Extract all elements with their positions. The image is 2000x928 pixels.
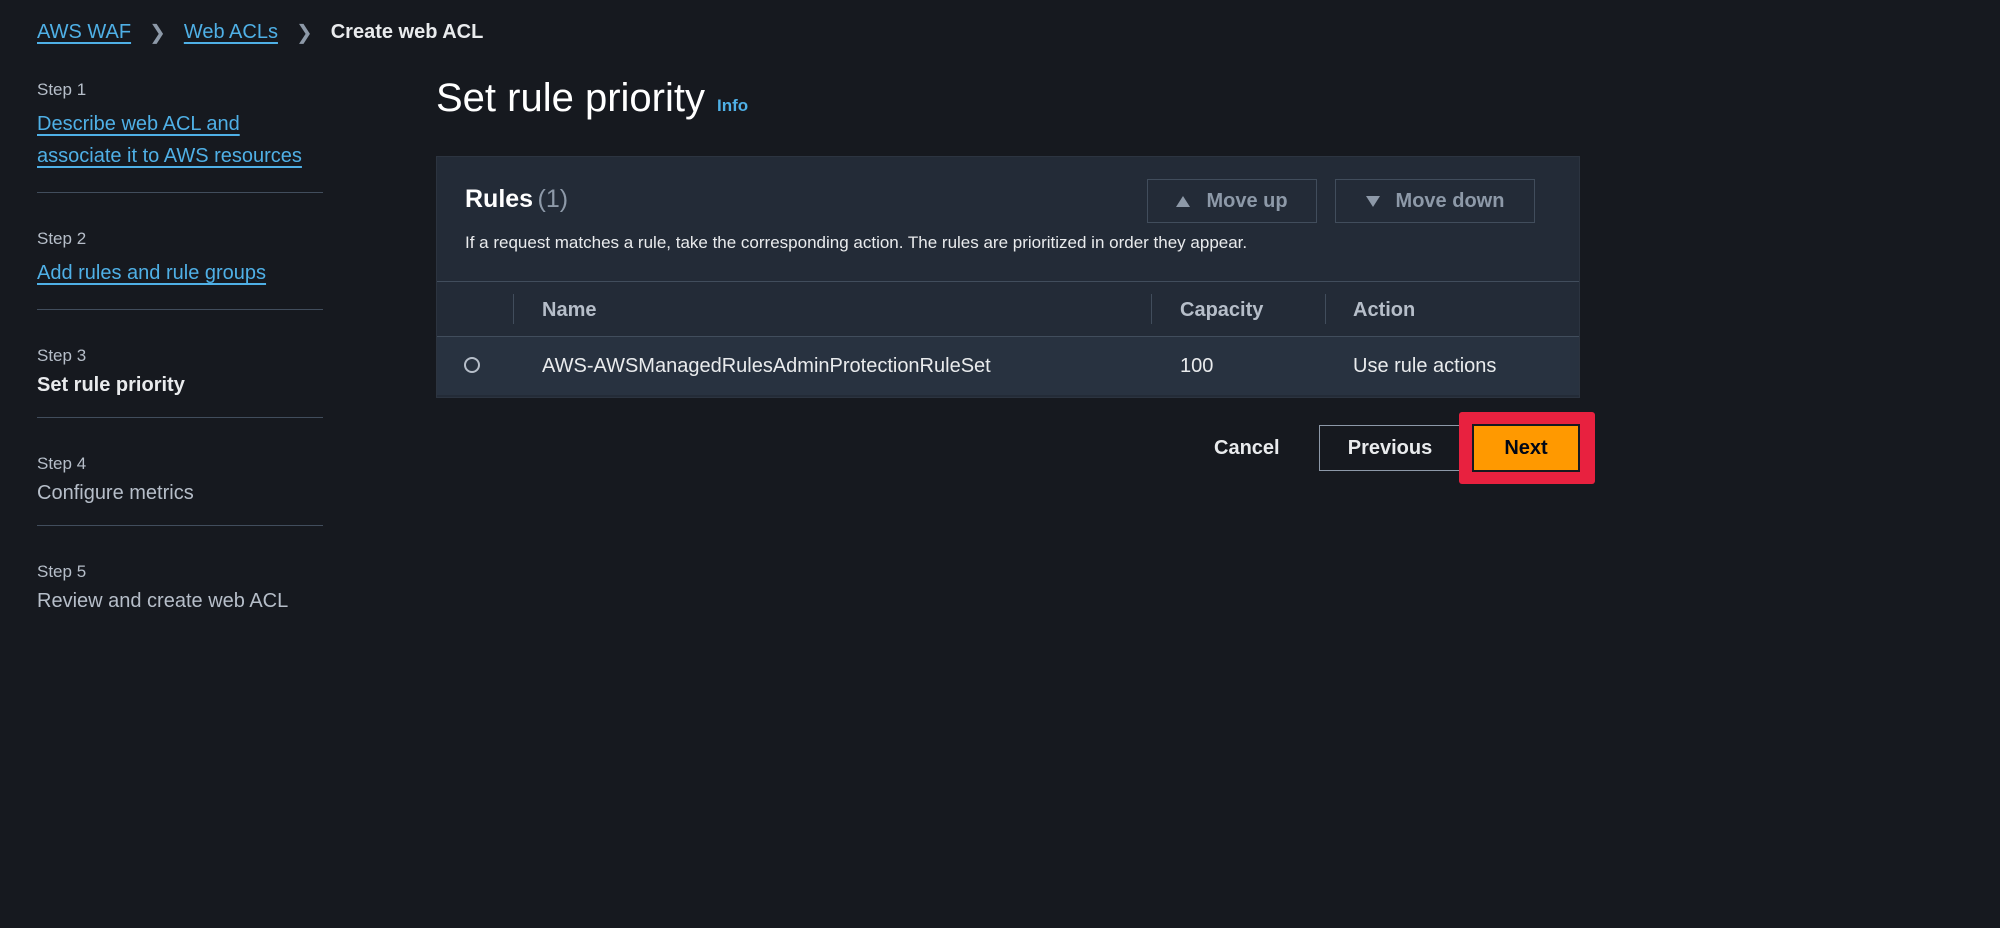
rules-count: (1) [537,185,569,213]
previous-button[interactable]: Previous [1319,425,1461,471]
chevron-right-icon: ❯ [295,22,313,44]
rules-panel-header: Rules (1) [465,185,568,214]
rules-panel-title: Rules [465,185,534,213]
step-5: Step 5 Review and create web ACL [37,556,323,633]
rules-panel: Rules (1) Move up Move down If a request… [436,156,1580,398]
triangle-down-icon [1365,195,1380,207]
info-link[interactable]: Info [717,96,748,116]
table-row[interactable]: AWS-AWSManagedRulesAdminProtectionRuleSe… [437,337,1579,395]
step-3-current: Set rule priority [37,374,185,396]
step-2-link[interactable]: Add rules and rule groups [37,262,266,284]
column-header-name[interactable]: Name [542,299,596,322]
wizard-actions: Cancel Previous Next [0,412,2000,484]
rules-panel-description: If a request matches a rule, take the co… [465,233,1248,252]
rule-name: AWS-AWSManagedRulesAdminProtectionRuleSe… [542,355,991,377]
rule-action: Use rule actions [1353,355,1497,377]
wizard-steps-nav: Step 1 Describe web ACL and associate it… [37,74,323,663]
page-header: Set rule priority Info [436,76,748,121]
row-select-radio[interactable] [464,357,480,373]
move-down-button[interactable]: Move down [1335,179,1535,223]
column-header-capacity[interactable]: Capacity [1180,299,1263,322]
cancel-button[interactable]: Cancel [1198,425,1296,471]
rule-capacity: 100 [1180,355,1214,377]
step-number: Step 3 [37,346,87,365]
step-4-label: Configure metrics [37,482,194,504]
column-divider [1325,294,1326,324]
chevron-right-icon: ❯ [149,22,166,44]
breadcrumb-aws-waf[interactable]: AWS WAF [37,21,131,44]
step-3: Step 3 Set rule priority [37,340,323,418]
column-divider [1151,294,1152,324]
table-header: Name Capacity Action [437,281,1579,337]
column-divider [513,294,514,324]
step-5-label: Review and create web ACL [37,590,289,612]
step-number: Step 2 [37,229,87,248]
breadcrumb-current: Create web ACL [330,21,484,43]
column-header-action[interactable]: Action [1353,299,1415,322]
page-title: Set rule priority [436,76,705,120]
step-1-link[interactable]: Describe web ACL and associate it to AWS… [37,108,317,172]
breadcrumb-web-acls[interactable]: Web ACLs [184,21,278,44]
move-up-button[interactable]: Move up [1147,179,1317,223]
next-button[interactable]: Next [1472,424,1580,472]
move-down-label: Move down [1395,189,1505,212]
step-number: Step 5 [37,562,87,581]
step-2: Step 2 Add rules and rule groups [37,223,323,310]
triangle-up-icon [1176,195,1191,207]
step-1: Step 1 Describe web ACL and associate it… [37,74,323,193]
move-up-label: Move up [1206,189,1288,212]
breadcrumb: AWS WAF ❯ Web ACLs ❯ Create web ACL [37,20,483,45]
step-number: Step 1 [37,80,87,99]
